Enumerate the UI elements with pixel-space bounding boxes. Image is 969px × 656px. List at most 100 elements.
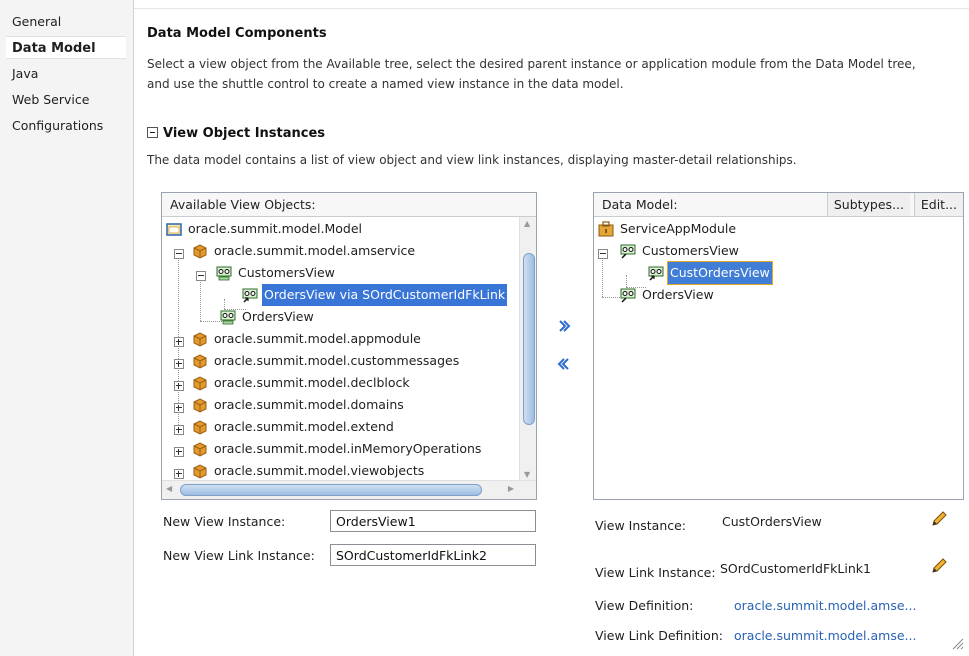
tree-item-declblock[interactable]: oracle.summit.model.declblock: [192, 372, 412, 394]
new-view-instance-input[interactable]: [330, 510, 536, 532]
vertical-scroll-thumb[interactable]: [523, 253, 535, 425]
expand-toggle-icon[interactable]: [174, 337, 184, 347]
tree-item-label: OrdersView: [242, 309, 314, 324]
tree-item-amservice[interactable]: oracle.summit.model.amservice: [192, 240, 417, 262]
package-icon: [193, 244, 207, 259]
data-model-panel: Data Model: Subtypes... Edit... ServiceA…: [593, 192, 964, 500]
available-tree[interactable]: oracle.summit.model.Model oracle.summit.…: [162, 217, 520, 481]
edit-pencil-icon[interactable]: [930, 557, 948, 575]
view-link-instance-value: SOrdCustomerIdFkLink1: [720, 561, 871, 576]
tree-item-appmodule[interactable]: oracle.summit.model.appmodule: [192, 328, 423, 350]
folder-icon: [166, 223, 182, 236]
expand-toggle-icon[interactable]: [174, 381, 184, 391]
nav-item-data-model[interactable]: Data Model: [6, 36, 126, 59]
tree-item-label: CustomersView: [642, 243, 739, 258]
page-title: Data Model Components: [147, 26, 327, 41]
package-icon: [193, 376, 207, 391]
description-line-1: Select a view object from the Available …: [147, 57, 916, 71]
tree-item-label: oracle.summit.model.inMemoryOperations: [214, 441, 482, 456]
tree-item-custordersview[interactable]: CustOrdersView: [648, 261, 773, 285]
tree-item-customersview[interactable]: CustomersView: [620, 240, 741, 262]
tree-item-extend[interactable]: oracle.summit.model.extend: [192, 416, 396, 438]
section-description: The data model contains a list of view o…: [147, 153, 797, 167]
scroll-down-icon[interactable]: ▼: [524, 470, 530, 479]
view-link-definition-link[interactable]: oracle.summit.model.amse...: [734, 628, 916, 643]
expand-toggle-icon[interactable]: [174, 425, 184, 435]
subtypes-button[interactable]: Subtypes...: [826, 193, 910, 216]
collapse-toggle-icon[interactable]: [598, 249, 608, 259]
tree-item-ordersview[interactable]: OrdersView: [220, 306, 316, 328]
expand-toggle-icon[interactable]: [174, 403, 184, 413]
available-panel-header: Available View Objects:: [162, 193, 536, 217]
package-icon: [193, 464, 207, 479]
section-title: View Object Instances: [163, 126, 326, 141]
tree-item-label: oracle.summit.model.appmodule: [214, 331, 421, 346]
data-model-tree[interactable]: ServiceAppModule CustomersView CustOrder…: [594, 217, 963, 499]
tree-item-label: oracle.summit.model.declblock: [214, 375, 410, 390]
chevron-left-icon: [557, 358, 569, 370]
chevron-right-icon: [559, 320, 571, 332]
tree-item-ordersview[interactable]: OrdersView: [620, 284, 716, 306]
scroll-left-icon[interactable]: ◀: [166, 484, 172, 493]
tree-item-domains[interactable]: oracle.summit.model.domains: [192, 394, 406, 416]
view-definition-link[interactable]: oracle.summit.model.amse...: [734, 598, 916, 613]
collapse-toggle-icon[interactable]: [174, 249, 184, 259]
horizontal-scrollbar[interactable]: ◀ ▶: [162, 480, 536, 499]
shuttle-add-button[interactable]: [556, 318, 572, 334]
tree-item-label: oracle.summit.model.amservice: [214, 243, 416, 258]
view-link-icon: [648, 266, 664, 281]
view-link-instance-label: View Link Instance:: [595, 565, 716, 580]
view-object-icon: [620, 244, 636, 259]
section-header: View Object Instances: [147, 126, 325, 141]
collapse-toggle-icon[interactable]: [196, 271, 206, 281]
resize-grip-icon[interactable]: [950, 636, 964, 650]
nav-item-web-service[interactable]: Web Service: [6, 88, 126, 111]
tree-item-ordersview-via-link[interactable]: OrdersView via SOrdCustomerIdFkLink: [242, 284, 508, 306]
tree-item-custommessages[interactable]: oracle.summit.model.custommessages: [192, 350, 461, 372]
view-instance-value: CustOrdersView: [722, 514, 822, 529]
tree-item-label: CustomersView: [238, 265, 335, 280]
expand-toggle-icon[interactable]: [174, 359, 184, 369]
edit-pencil-icon[interactable]: [930, 510, 948, 528]
tree-item-label: OrdersView via SOrdCustomerIdFkLink: [262, 284, 508, 306]
tree-item-customersview[interactable]: CustomersView: [216, 262, 337, 284]
new-view-instance-label: New View Instance:: [163, 514, 286, 529]
expand-toggle-icon[interactable]: [174, 469, 184, 479]
shuttle-remove-button[interactable]: [556, 356, 572, 372]
left-navigation: General Data Model Java Web Service Conf…: [0, 0, 134, 656]
new-view-link-instance-input[interactable]: [330, 544, 536, 566]
view-link-icon: [242, 288, 258, 303]
nav-item-java[interactable]: Java: [6, 62, 126, 85]
tree-item-inmemoryoperations[interactable]: oracle.summit.model.inMemoryOperations: [192, 438, 483, 460]
view-object-icon: [216, 266, 232, 281]
edit-button[interactable]: Edit...: [913, 193, 963, 216]
package-icon: [193, 442, 207, 457]
package-icon: [193, 354, 207, 369]
available-view-objects-panel: Available View Objects: oracle.summit.mo…: [161, 192, 537, 500]
tree-item-label: oracle.summit.model.viewobjects: [214, 463, 425, 478]
app-module-icon: [598, 221, 614, 237]
tree-item-serviceappmodule[interactable]: ServiceAppModule: [598, 218, 738, 240]
expand-toggle-icon[interactable]: [174, 447, 184, 457]
view-instance-label: View Instance:: [595, 518, 687, 533]
tree-item-label: OrdersView: [642, 287, 714, 302]
view-object-icon: [620, 288, 636, 303]
scroll-right-icon[interactable]: ▶: [508, 484, 514, 493]
tree-item-label: CustOrdersView: [667, 261, 773, 285]
tree-item-label: oracle.summit.model.extend: [214, 419, 394, 434]
nav-item-configurations[interactable]: Configurations: [6, 114, 126, 137]
nav-item-general[interactable]: General: [6, 10, 126, 33]
vertical-scrollbar[interactable]: ▲ ▼: [519, 217, 536, 481]
horizontal-scroll-thumb[interactable]: [180, 484, 482, 496]
tree-item-label: oracle.summit.model.custommessages: [214, 353, 460, 368]
tree-item-label: oracle.summit.model.Model: [188, 221, 363, 236]
tree-item-model[interactable]: oracle.summit.model.Model: [166, 218, 364, 240]
description-line-2: and use the shuttle control to create a …: [147, 77, 624, 91]
tree-item-viewobjects[interactable]: oracle.summit.model.viewobjects: [192, 460, 426, 481]
view-object-icon: [220, 310, 236, 325]
scroll-up-icon[interactable]: ▲: [524, 219, 530, 228]
collapse-icon[interactable]: [147, 127, 158, 138]
tree-item-label: oracle.summit.model.domains: [214, 397, 404, 412]
package-icon: [193, 398, 207, 413]
tree-item-label: ServiceAppModule: [620, 221, 737, 236]
